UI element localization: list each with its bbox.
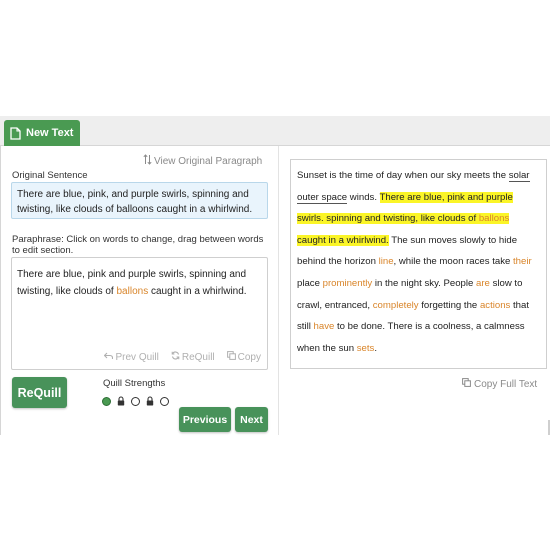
- text-segment-hl-orange: ballons: [478, 213, 510, 225]
- paraphrase-label: Paraphrase: Click on words to change, dr…: [12, 234, 264, 256]
- undo-icon: [104, 349, 114, 366]
- copy-full-text-button[interactable]: Copy Full Text: [462, 378, 537, 390]
- tab-label: New Text: [26, 127, 74, 139]
- text-segment: place: [297, 277, 323, 289]
- strength-option-3[interactable]: [131, 396, 140, 406]
- requill-button[interactable]: ReQuill: [12, 377, 67, 408]
- copy-button[interactable]: Copy: [226, 349, 261, 366]
- requill-link[interactable]: ReQuill: [171, 349, 215, 366]
- text-segment-orange: have: [313, 321, 335, 333]
- text-segment: .: [374, 342, 378, 354]
- strength-option-1[interactable]: [102, 396, 111, 406]
- prev-quill-label: Prev Quill: [115, 352, 159, 363]
- paraphrase-box[interactable]: There are blue, pink and purple swirls, …: [11, 257, 268, 370]
- text-segment: Sunset is the time of day when our sky m…: [297, 170, 509, 181]
- previous-button[interactable]: Previous: [179, 407, 231, 432]
- text-segment: forgetting the: [418, 299, 480, 311]
- tab-bar: New Text: [0, 116, 550, 146]
- quill-strengths-label: Quill Strengths: [103, 378, 166, 389]
- sort-arrows-icon: [143, 154, 152, 168]
- tab-new-text[interactable]: New Text: [4, 120, 81, 146]
- requill-link-label: ReQuill: [181, 352, 215, 363]
- paraphrase-text-end[interactable]: caught in a whirlwind.: [148, 286, 247, 297]
- lock-icon: [146, 396, 154, 406]
- text-segment-hl: caught in a whirlwind.: [297, 234, 389, 246]
- view-original-paragraph-link[interactable]: View Original Paragraph: [143, 154, 262, 168]
- paraphrase-actions: Prev Quill ReQuill Copy: [104, 349, 261, 366]
- original-sentence-box: There are blue, pink, and purple swirls,…: [11, 182, 268, 219]
- text-segment: , while the moon races take: [393, 256, 513, 268]
- text-segment: winds.: [347, 191, 380, 203]
- next-button[interactable]: Next: [235, 407, 268, 432]
- lock-icon: [117, 396, 125, 406]
- full-text-panel: Sunset is the time of day when our sky m…: [290, 159, 547, 369]
- copy-icon: [226, 349, 236, 366]
- text-segment-orange: sets: [356, 342, 375, 354]
- text-segment: in the night sky. People: [372, 277, 477, 289]
- text-segment-orange: are: [476, 277, 490, 289]
- refresh-icon: [171, 349, 180, 366]
- original-sentence-label: Original Sentence: [12, 170, 88, 181]
- panel-border: [0, 146, 1, 435]
- copy-full-text-label: Copy Full Text: [474, 378, 538, 390]
- copy-label: Copy: [237, 352, 261, 363]
- strength-option-5[interactable]: [160, 396, 169, 406]
- quill-strength-selector[interactable]: [102, 396, 169, 406]
- changed-word[interactable]: ballons: [117, 286, 149, 297]
- text-segment-orange: actions: [479, 299, 511, 311]
- text-segment-orange: prominently: [322, 277, 373, 289]
- text-segment-orange: completely: [372, 299, 419, 311]
- copy-icon: [462, 378, 471, 390]
- text-segment-orange: line: [378, 256, 394, 268]
- view-original-label: View Original Paragraph: [154, 155, 263, 167]
- document-icon: [10, 126, 21, 140]
- panel-divider: [278, 146, 279, 435]
- text-segment-orange: their: [513, 256, 532, 268]
- prev-quill-button[interactable]: Prev Quill: [104, 349, 159, 366]
